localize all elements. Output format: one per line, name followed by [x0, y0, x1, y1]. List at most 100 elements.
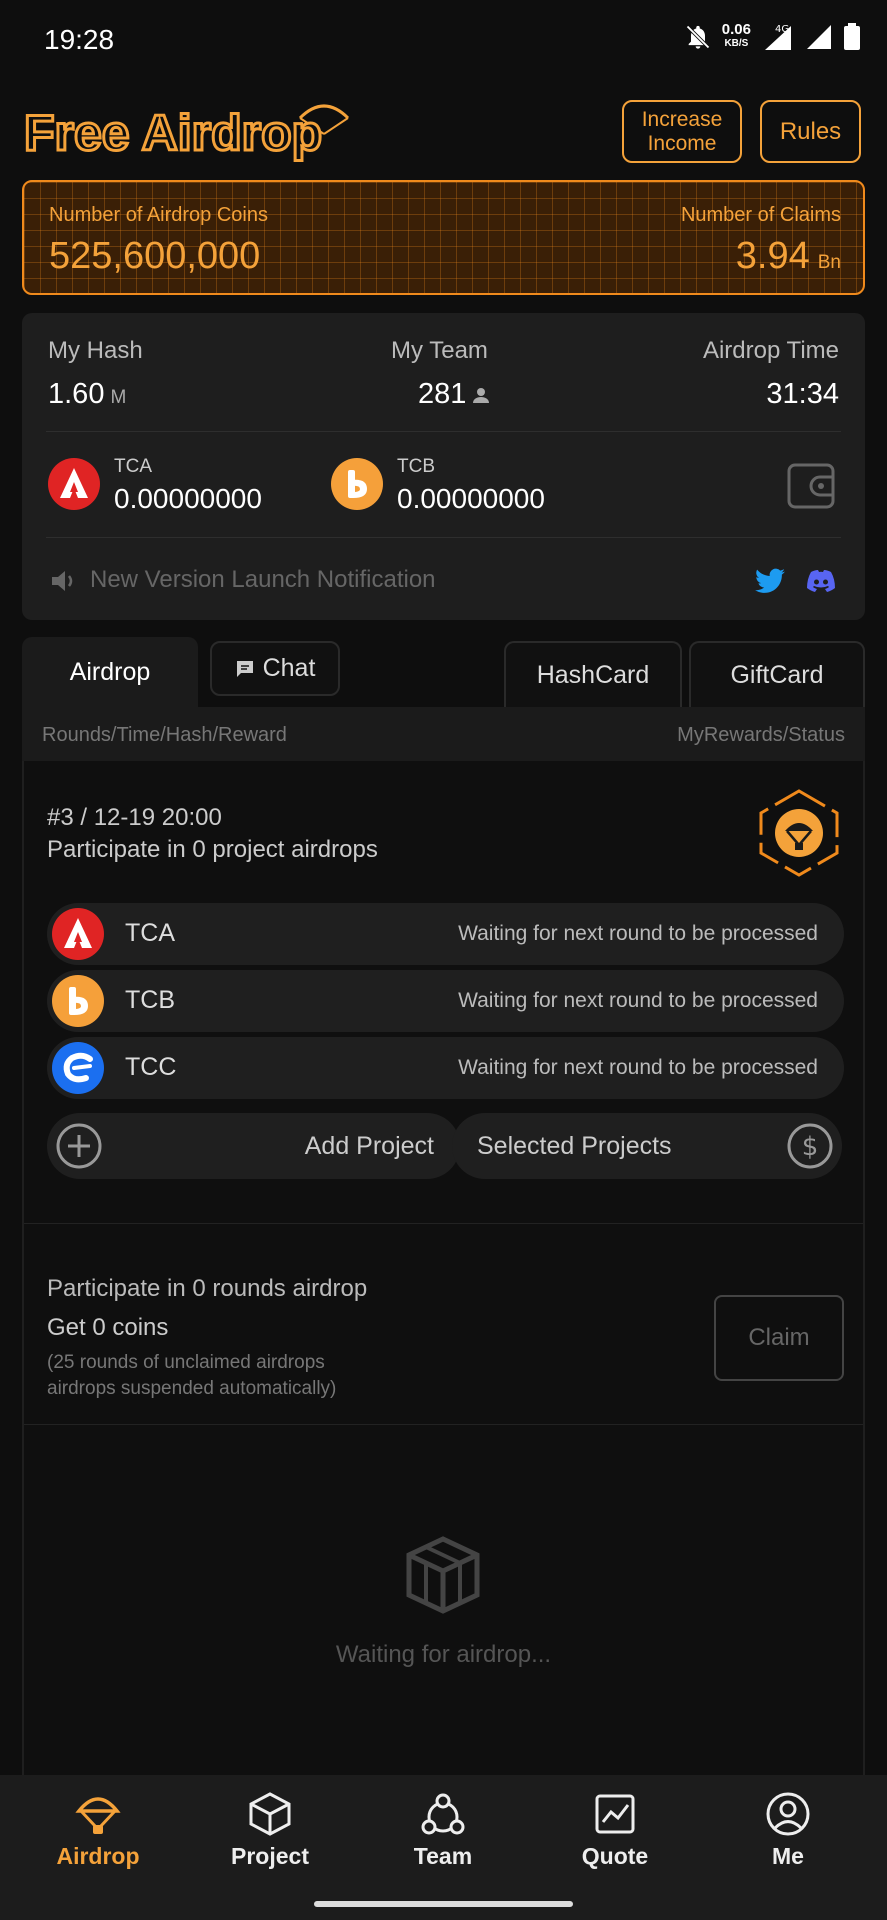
signal-4g-icon: 4G — [765, 24, 791, 50]
tab-giftcard[interactable]: GiftCard — [689, 641, 865, 707]
net-speed: 0.06 KB/S — [721, 21, 751, 51]
box-icon — [406, 1536, 480, 1614]
net-type: 4G — [775, 24, 789, 35]
summary-coins: Get 0 coins — [47, 1314, 169, 1341]
project-symbol: TCC — [125, 1053, 177, 1081]
status-icons: 0.06 KB/S 4G — [684, 22, 861, 52]
nav-quote[interactable]: Quote — [555, 1791, 675, 1870]
tab-bar: Airdrop Chat HashCard GiftCard — [22, 637, 865, 707]
stats-card: My Hash 1.60 M My Team 281 Airdrop Time … — [22, 313, 865, 620]
divider — [24, 1424, 863, 1425]
list-subheader: Rounds/Time/Hash/Reward MyRewards/Status — [22, 707, 865, 761]
divider — [46, 537, 841, 538]
speaker-icon — [52, 571, 73, 591]
person-icon — [473, 387, 490, 403]
nav-me-label: Me — [772, 1843, 804, 1869]
selected-projects-button[interactable]: Selected Projects $ — [452, 1113, 842, 1179]
nav-team[interactable]: Team — [383, 1791, 503, 1870]
airdrop-time-value: 31:34 — [766, 378, 839, 410]
divider — [24, 1223, 863, 1224]
nav-airdrop[interactable]: Airdrop — [38, 1791, 158, 1870]
home-indicator[interactable] — [314, 1901, 573, 1907]
selected-projects-label: Selected Projects — [477, 1132, 672, 1160]
nav-me[interactable]: Me — [728, 1791, 848, 1870]
my-team-label: My Team — [391, 337, 488, 364]
my-team-value: 281 — [418, 378, 467, 410]
project-status: Waiting for next round to be processed — [458, 922, 818, 945]
tab-chat-label: Chat — [262, 654, 316, 682]
project-row-tcc[interactable]: TCC Waiting for next round to be process… — [47, 1037, 844, 1099]
tcb-coin-icon — [52, 975, 104, 1027]
status-time: 19:28 — [44, 24, 115, 55]
my-hash-label: My Hash — [48, 337, 143, 364]
bell-off-icon — [686, 25, 710, 49]
round-subtitle: Participate in 0 project airdrops — [47, 836, 378, 863]
airdrop-coins-value: 525,600,000 — [49, 235, 261, 277]
my-hash-unit: M — [110, 387, 127, 408]
my-hash-value: 1.60 — [48, 378, 105, 410]
add-project-label: Add Project — [304, 1132, 434, 1160]
project-symbol: TCA — [125, 919, 175, 947]
subheader-left: Rounds/Time/Hash/Reward — [42, 724, 287, 746]
project-row-tcb[interactable]: TCB Waiting for next round to be process… — [47, 970, 844, 1032]
claims-value: 3.94 — [735, 235, 810, 277]
tab-hashcard[interactable]: HashCard — [504, 641, 682, 707]
coins-panel: Number of Airdrop Coins 525,600,000 Numb… — [22, 180, 865, 295]
project-symbol: TCB — [125, 986, 175, 1014]
status-bar: 19:28 0.06 KB/S 4G — [0, 0, 887, 80]
my-team-group: 281 — [418, 378, 490, 411]
round-title: #3 / 12-19 20:00 — [47, 804, 222, 831]
nav-project[interactable]: Project — [210, 1791, 330, 1870]
discord-icon[interactable] — [806, 569, 836, 593]
net-speed-value: 0.06 — [721, 21, 751, 38]
logo: Free Airdrop — [23, 88, 374, 168]
notice-text[interactable]: New Version Launch Notification — [90, 566, 436, 594]
summary-note-2: airdrops suspended automatically) — [47, 1378, 337, 1399]
claims-unit: Bn — [817, 252, 841, 273]
net-speed-unit: KB/S — [724, 38, 749, 49]
increase-income-button[interactable]: Increase Income — [622, 100, 742, 163]
project-row-tca[interactable]: TCA Waiting for next round to be process… — [47, 903, 844, 965]
dollar-circle-icon: $ — [787, 1123, 833, 1169]
balance-amount-tca: 0.00000000 — [114, 483, 262, 514]
claims-value-group: 3.94 Bn — [736, 235, 841, 278]
chat-icon — [236, 660, 253, 677]
team-icon — [421, 1793, 465, 1835]
wallet-icon[interactable] — [786, 461, 838, 511]
twitter-icon[interactable] — [755, 568, 785, 594]
empty-state-text: Waiting for airdrop... — [335, 1641, 552, 1668]
balance-symbol-tca: TCA — [114, 456, 152, 477]
airdrop-coins-label: Number of Airdrop Coins — [49, 204, 268, 226]
battery-icon — [844, 23, 860, 50]
rules-button[interactable]: Rules — [760, 100, 861, 163]
claim-button[interactable]: Claim — [714, 1295, 844, 1381]
summary-note-1: (25 rounds of unclaimed airdrops — [47, 1352, 325, 1373]
signal-icon — [807, 25, 831, 49]
nav-project-label: Project — [231, 1843, 309, 1869]
tcc-coin-icon — [52, 1042, 104, 1094]
claims-label: Number of Claims — [680, 204, 841, 226]
tca-coin-icon — [52, 908, 104, 960]
logo-text: Free Airdrop — [24, 105, 322, 161]
nav-team-label: Team — [413, 1843, 473, 1869]
user-circle-icon — [766, 1792, 810, 1836]
summary-rounds: Participate in 0 rounds airdrop — [47, 1275, 368, 1302]
subheader-right: MyRewards/Status — [677, 724, 845, 746]
balance-amount-tcb: 0.00000000 — [397, 483, 545, 514]
project-status: Waiting for next round to be processed — [458, 989, 818, 1012]
my-hash-group: 1.60 M — [48, 378, 126, 411]
add-project-button[interactable]: Add Project — [47, 1113, 460, 1179]
parachute-icon — [75, 1797, 121, 1834]
project-status: Waiting for next round to be processed — [458, 1056, 818, 1079]
airdrop-badge-icon — [759, 789, 839, 877]
nav-quote-label: Quote — [581, 1843, 649, 1869]
tab-chat[interactable]: Chat — [210, 641, 340, 696]
plus-circle-icon — [56, 1123, 102, 1169]
bottom-nav: Airdrop Project Team Quote Me — [0, 1775, 887, 1920]
airdrop-panel: #3 / 12-19 20:00 Participate in 0 projec… — [22, 761, 865, 1775]
tca-coin-icon — [48, 458, 100, 510]
airdrop-time-label: Airdrop Time — [702, 337, 839, 364]
tab-airdrop[interactable]: Airdrop — [22, 637, 198, 707]
balance-symbol-tcb: TCB — [397, 456, 435, 477]
chart-icon — [595, 1794, 635, 1834]
